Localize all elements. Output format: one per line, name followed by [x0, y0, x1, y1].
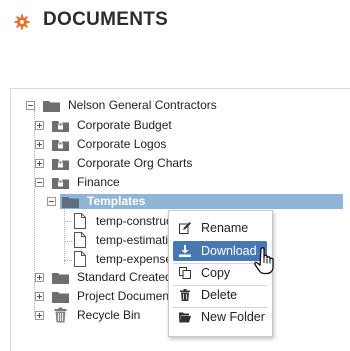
file-icon — [74, 232, 86, 248]
tree-node-recycle-bin[interactable]: Recycle Bin — [35, 306, 175, 324]
folder-icon — [43, 101, 60, 112]
tree-node-label: Templates — [87, 194, 146, 208]
collapse-toggle[interactable] — [47, 197, 56, 206]
copy-icon — [179, 267, 191, 279]
menu-item-rename[interactable]: Rename — [173, 218, 267, 238]
menu-item-delete[interactable]: Delete — [173, 285, 267, 305]
tree-connector — [64, 241, 72, 242]
locked-folder-icon — [52, 159, 69, 170]
expand-toggle[interactable] — [35, 273, 44, 282]
menu-item-label: Download — [201, 244, 257, 258]
edit-icon — [179, 222, 191, 234]
page-header: DOCUMENTS — [0, 0, 350, 44]
locked-folder-icon — [52, 140, 69, 151]
expand-toggle[interactable] — [35, 311, 44, 320]
tree-node-label: temp-estimatio — [96, 233, 175, 247]
download-icon — [179, 245, 191, 257]
tree-node-folder[interactable]: Corporate Org Charts — [35, 154, 275, 172]
tree-node-file[interactable]: temp-estimatio — [74, 231, 175, 249]
tree-node-label: temp-expense — [96, 252, 173, 266]
locked-folder-icon — [52, 121, 69, 132]
tree-node-label: Corporate Logos — [77, 137, 167, 151]
tree-node-folder[interactable]: Standard Created — [35, 268, 175, 286]
folder-icon — [52, 273, 69, 284]
gear-icon[interactable] — [14, 14, 30, 30]
expand-toggle[interactable] — [35, 121, 44, 130]
tree-node-label: Finance — [77, 175, 120, 189]
tree-node-folder[interactable]: Finance — [35, 173, 275, 191]
collapse-toggle[interactable] — [35, 178, 44, 187]
tree-node-label: Project Document — [77, 289, 173, 303]
collapse-toggle[interactable] — [26, 101, 35, 110]
page-title: DOCUMENTS — [43, 9, 169, 30]
file-icon — [74, 251, 86, 267]
menu-item-new-folder[interactable]: New Folder — [173, 307, 267, 327]
expand-toggle[interactable] — [35, 292, 44, 301]
tree-node-label: Standard Created — [77, 270, 172, 284]
tree-node-folder[interactable]: Corporate Logos — [35, 135, 275, 153]
tree-node-root[interactable]: Nelson General Contractors — [26, 96, 326, 114]
expand-toggle[interactable] — [35, 140, 44, 149]
menu-item-label: New Folder — [201, 310, 265, 324]
expand-toggle[interactable] — [35, 159, 44, 168]
menu-item-label: Rename — [201, 221, 249, 235]
folder-icon — [62, 197, 79, 208]
trash-icon — [54, 307, 67, 323]
tree-node-file[interactable]: temp-expense — [74, 250, 174, 268]
locked-folder-icon — [52, 178, 69, 189]
menu-item-label: Copy — [201, 266, 231, 280]
tree-node-label: Recycle Bin — [77, 308, 141, 322]
tree-node-folder-selected[interactable]: Templates — [47, 192, 343, 210]
menu-item-label: Delete — [201, 288, 238, 302]
hand-pointer-cursor-icon — [254, 247, 274, 275]
file-icon — [74, 213, 86, 229]
tree-node-folder[interactable]: Project Document — [35, 287, 175, 305]
tree-connector — [64, 260, 72, 261]
folder-icon — [52, 292, 69, 303]
trash-icon — [180, 289, 190, 301]
folder-open-icon — [179, 312, 191, 323]
tree-connector — [64, 221, 72, 222]
tree-node-file[interactable]: temp-construc — [74, 212, 174, 230]
tree-node-label: Corporate Org Charts — [77, 156, 193, 170]
tree-node-label: Nelson General Contractors — [68, 98, 217, 112]
tree-node-folder[interactable]: Corporate Budget — [35, 116, 275, 134]
tree-node-label: temp-construc — [96, 214, 173, 228]
tree-node-label: Corporate Budget — [77, 118, 172, 132]
